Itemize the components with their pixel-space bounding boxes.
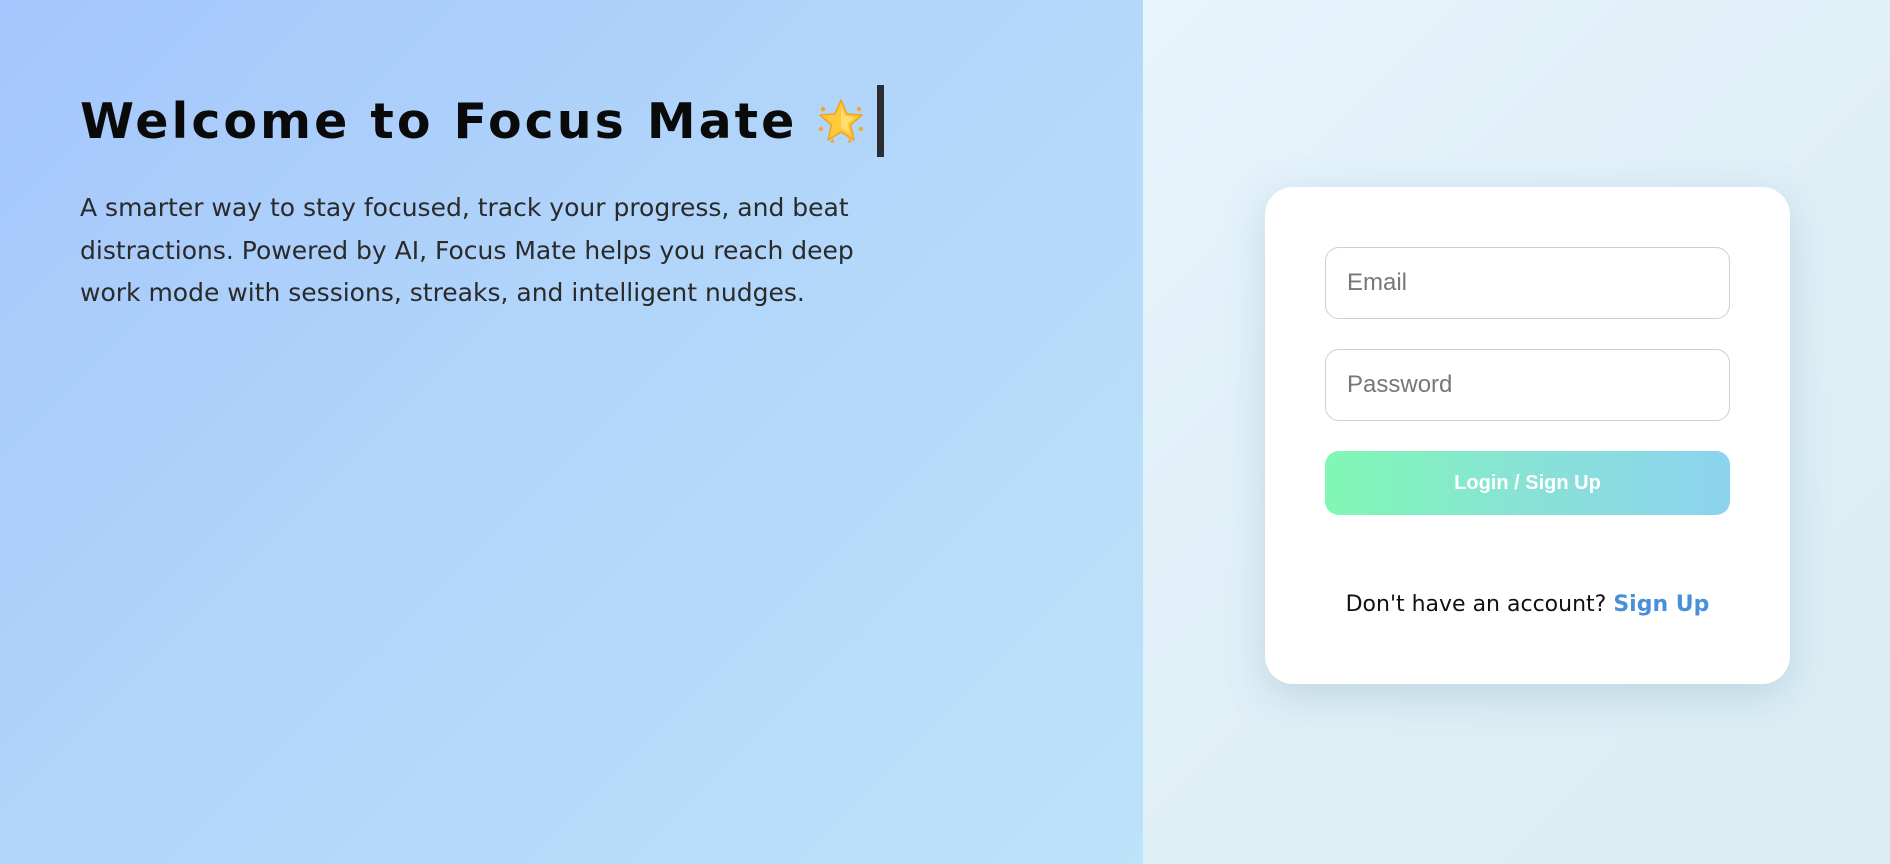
login-card: Login / Sign Up Don't have an account? S… <box>1265 187 1790 684</box>
signup-link[interactable]: Sign Up <box>1613 592 1709 617</box>
typing-cursor <box>877 85 885 157</box>
hero-description: A smarter way to stay focused, track you… <box>80 193 854 307</box>
glowing-star-icon <box>815 95 867 147</box>
page-title-text: Welcome to Focus Mate <box>80 92 798 150</box>
email-field[interactable] <box>1325 247 1730 319</box>
page-title: Welcome to Focus Mate <box>80 85 885 157</box>
password-field[interactable] <box>1325 349 1730 421</box>
signup-prompt-text: Don't have an account? <box>1345 592 1614 617</box>
login-signup-button[interactable]: Login / Sign Up <box>1325 451 1730 515</box>
hero-panel: Welcome to Focus Mate A smarter way to s… <box>0 0 1143 864</box>
signup-prompt-row: Don't have an account? Sign Up <box>1265 592 1790 617</box>
